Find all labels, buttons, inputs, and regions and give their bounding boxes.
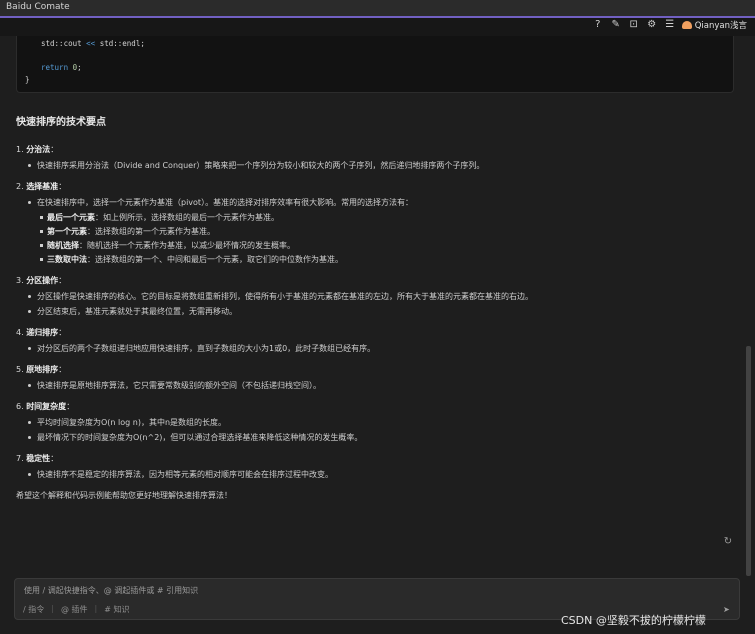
list-item: 在快速排序中，选择一个元素作为基准（pivot）。基准的选择对排序效率有很大影响… <box>16 198 738 207</box>
list-item: 分区结束后，基准元素就处于其最终位置，无需再移动。 <box>16 307 738 316</box>
scrollbar[interactable] <box>746 346 751 576</box>
code-line: return 0; <box>41 63 82 72</box>
watermark: CSDN @坚毅不拔的柠檬柠檬 <box>561 614 706 627</box>
user-name: Qianyan浅言 <box>694 21 747 31</box>
section-title: 时间复杂度 <box>26 402 67 411</box>
code-block: std::cout << std::endl; return 0; } <box>16 36 734 93</box>
chat-history-icon[interactable]: ✎ <box>610 19 622 31</box>
list-icon[interactable]: ☰ <box>664 19 676 31</box>
divider: | <box>51 604 54 613</box>
list-item: 最坏情况下的时间复杂度为O(n^2)，但可以通过合理选择基准来降低这种情况的发生… <box>16 433 738 442</box>
user-profile[interactable]: Qianyan浅言 <box>681 19 747 31</box>
plugin-icon[interactable]: ⊡ <box>628 19 640 31</box>
list-item: 分区操作是快速排序的核心。它的目标是将数组重新排列，使得所有小于基准的元素都在基… <box>16 292 738 301</box>
section-stability: 7. 稳定性： 快速排序不是稳定的排序算法，因为相等元素的相对顺序可能会在排序过… <box>16 453 738 479</box>
sub-item: 三数取中法：选择数组的第一个、中间和最后一个元素，取它们的中位数作为基准。 <box>16 255 738 264</box>
gear-icon[interactable]: ⚙ <box>646 19 658 31</box>
section-complexity: 6. 时间复杂度： 平均时间复杂度为O(n log n)，其中n是数组的长度。 … <box>16 401 738 442</box>
section-title: 递归排序 <box>26 328 59 337</box>
send-icon[interactable]: ➤ <box>723 605 733 615</box>
section-title: 选择基准 <box>26 182 59 191</box>
input-placeholder: 使用 / 调起快捷指令、@ 调起插件或 # 引用知识 <box>24 586 199 595</box>
list-item: 平均时间复杂度为O(n log n)，其中n是数组的长度。 <box>16 418 738 427</box>
code-line: } <box>25 75 30 84</box>
code-line: std::cout << std::endl; <box>41 39 145 48</box>
window-title: Baidu Comate <box>6 2 70 12</box>
answer-content: 快速排序的技术要点 1. 分治法： 快速排序采用分治法（Divide and C… <box>16 113 738 501</box>
section-partition: 3. 分区操作： 分区操作是快速排序的核心。它的目标是将数组重新排列，使得所有小… <box>16 275 738 316</box>
section-recursion: 4. 递归排序： 对分区后的两个子数组递归地应用快速排序，直到子数组的大小为1或… <box>16 327 738 353</box>
list-item: 快速排序不是稳定的排序算法，因为相等元素的相对顺序可能会在排序过程中改变。 <box>16 470 738 479</box>
answer-heading: 快速排序的技术要点 <box>16 117 106 128</box>
help-icon[interactable]: ? <box>592 19 604 31</box>
list-item: 快速排序采用分治法（Divide and Conquer）策略来把一个序列分为较… <box>16 161 738 170</box>
section-divide-and-conquer: 1. 分治法： 快速排序采用分治法（Divide and Conquer）策略来… <box>16 144 738 170</box>
section-title: 分区操作 <box>26 276 59 285</box>
section-title: 分治法 <box>26 145 51 154</box>
section-pivot: 2. 选择基准： 在快速排序中，选择一个元素作为基准（pivot）。基准的选择对… <box>16 181 738 264</box>
section-title: 稳定性 <box>26 454 51 463</box>
avatar <box>681 21 692 29</box>
sub-item: 第一个元素：选择数组的第一个元素作为基准。 <box>16 227 738 236</box>
top-toolbar: ? ✎ ⊡ ⚙ ☰ Qianyan浅言 <box>0 18 755 36</box>
divider: | <box>94 604 98 613</box>
closing-text: 希望这个解释和代码示例能帮助您更好地理解快速排序算法！ <box>16 491 232 500</box>
section-title: 原地排序 <box>26 365 59 374</box>
input-tools: / 指令 | @ 插件 | # 知识 <box>23 604 129 615</box>
knowledge-button[interactable]: # 知识 <box>104 604 129 615</box>
command-button[interactable]: / 指令 <box>23 604 44 615</box>
sub-item: 随机选择：随机选择一个元素作为基准，以减少最坏情况的发生概率。 <box>16 241 738 250</box>
sub-item: 最后一个元素：如上例所示，选择数组的最后一个元素作为基准。 <box>16 213 738 222</box>
list-item: 对分区后的两个子数组递归地应用快速排序，直到子数组的大小为1或0，此时子数组已经… <box>16 344 738 353</box>
section-in-place: 5. 原地排序： 快速排序是原地排序算法，它只需要常数级别的额外空间（不包括递归… <box>16 364 738 390</box>
plugin-button[interactable]: @ 插件 <box>61 604 88 615</box>
list-item: 快速排序是原地排序算法，它只需要常数级别的额外空间（不包括递归栈空间）。 <box>16 381 738 390</box>
refresh-icon[interactable]: ↻ <box>722 536 734 548</box>
window-titlebar: Baidu Comate <box>0 0 755 16</box>
